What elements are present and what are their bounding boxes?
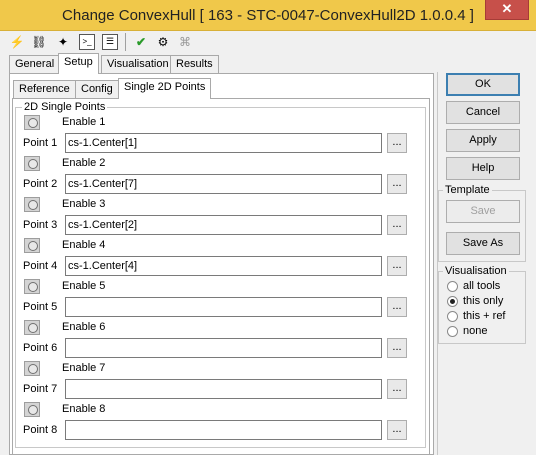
enable-4-label: Enable 4 (62, 239, 106, 251)
enable-row: Enable 8 (24, 402, 324, 418)
tab-visualisation[interactable]: Visualisation (101, 55, 175, 74)
point-row: Point 1 cs-1.Center[1] ... (23, 133, 413, 153)
enable-7-label: Enable 7 (62, 362, 106, 374)
point-4-input[interactable]: cs-1.Center[4] (65, 256, 382, 276)
radio-this-only-label: this only (463, 295, 504, 307)
title-bar: Change ConvexHull [ 163 - STC-0047-Conve… (0, 0, 536, 31)
settings-icon[interactable]: ⚙ (155, 34, 171, 50)
point-8-browse-button[interactable]: ... (387, 420, 407, 440)
point-5-label: Point 5 (23, 301, 58, 313)
enable-5-toggle[interactable] (24, 279, 40, 294)
point-7-input[interactable] (65, 379, 382, 399)
network-icon[interactable]: ⌘ (177, 34, 193, 50)
enable-row: Enable 6 (24, 320, 324, 336)
point-3-label: Point 3 (23, 219, 58, 231)
puzzle-icon[interactable]: ✦ (55, 34, 71, 50)
enable-row: Enable 2 (24, 156, 324, 172)
enable-row: Enable 5 (24, 279, 324, 295)
point-row: Point 8 ... (23, 420, 413, 440)
radio-none-label: none (463, 325, 488, 337)
enable-2-toggle[interactable] (24, 156, 40, 171)
radio-none-control[interactable] (447, 326, 458, 337)
close-button[interactable]: ✕ (485, 0, 529, 20)
window-title: Change ConvexHull [ 163 - STC-0047-Conve… (62, 7, 474, 24)
apply-button[interactable]: Apply (446, 129, 520, 152)
point-4-browse-button[interactable]: ... (387, 256, 407, 276)
enable-2-label: Enable 2 (62, 157, 106, 169)
radio-this-only-control[interactable] (447, 296, 458, 307)
save-button[interactable]: Save (446, 200, 520, 223)
radio-this-ref-label: this + ref (463, 310, 506, 322)
radio-all-tools-control[interactable] (447, 281, 458, 292)
terminal-icon[interactable]: >_ (79, 34, 95, 50)
toolbar-separator (125, 33, 126, 51)
point-row: Point 4 cs-1.Center[4] ... (23, 256, 413, 276)
point-2-browse-button[interactable]: ... (387, 174, 407, 194)
help-button[interactable]: Help (446, 157, 520, 180)
tab-single-2d-points[interactable]: Single 2D Points (118, 78, 212, 99)
enable-row: Enable 4 (24, 238, 324, 254)
enable-1-label: Enable 1 (62, 116, 106, 128)
point-row: Point 7 ... (23, 379, 413, 399)
point-row: Point 2 cs-1.Center[7] ... (23, 174, 413, 194)
enable-6-toggle[interactable] (24, 320, 40, 335)
enable-3-label: Enable 3 (62, 198, 106, 210)
point-row: Point 5 ... (23, 297, 413, 317)
checkmark-icon[interactable]: ✔ (133, 34, 149, 50)
toolbar: ⚡ ⛓ ✦ >_ ☰ ✔ ⚙ ⌘ (9, 33, 229, 51)
point-3-browse-button[interactable]: ... (387, 215, 407, 235)
enable-row: Enable 3 (24, 197, 324, 213)
tab-results[interactable]: Results (170, 55, 219, 74)
enable-8-label: Enable 8 (62, 403, 106, 415)
radio-all-tools-label: all tools (463, 280, 501, 292)
point-6-input[interactable] (65, 338, 382, 358)
enable-row: Enable 7 (24, 361, 324, 377)
tab-setup[interactable]: Setup (58, 53, 99, 74)
enable-6-label: Enable 6 (62, 321, 106, 333)
visualisation-legend: Visualisation (443, 265, 509, 277)
enable-1-toggle[interactable] (24, 115, 40, 130)
enable-3-toggle[interactable] (24, 197, 40, 212)
point-6-label: Point 6 (23, 342, 58, 354)
point-row: Point 6 ... (23, 338, 413, 358)
tab-reference[interactable]: Reference (13, 80, 76, 99)
lightning-icon[interactable]: ⚡ (9, 34, 25, 50)
enable-8-toggle[interactable] (24, 402, 40, 417)
point-7-browse-button[interactable]: ... (387, 379, 407, 399)
point-2-label: Point 2 (23, 178, 58, 190)
point-8-input[interactable] (65, 420, 382, 440)
tab-config[interactable]: Config (75, 80, 119, 99)
group-legend: 2D Single Points (22, 101, 108, 113)
cancel-button[interactable]: Cancel (446, 101, 520, 124)
ok-button[interactable]: OK (446, 73, 520, 96)
save-as-button[interactable]: Save As (446, 232, 520, 255)
point-1-label: Point 1 (23, 137, 58, 149)
point-row: Point 3 cs-1.Center[2] ... (23, 215, 413, 235)
point-6-browse-button[interactable]: ... (387, 338, 407, 358)
radio-this-ref-control[interactable] (447, 311, 458, 322)
link-icon[interactable]: ⛓ (31, 34, 47, 50)
enable-5-label: Enable 5 (62, 280, 106, 292)
point-5-input[interactable] (65, 297, 382, 317)
point-2-input[interactable]: cs-1.Center[7] (65, 174, 382, 194)
list-icon[interactable]: ☰ (102, 34, 118, 50)
point-1-browse-button[interactable]: ... (387, 133, 407, 153)
point-1-input[interactable]: cs-1.Center[1] (65, 133, 382, 153)
enable-7-toggle[interactable] (24, 361, 40, 376)
point-3-input[interactable]: cs-1.Center[2] (65, 215, 382, 235)
point-4-label: Point 4 (23, 260, 58, 272)
point-5-browse-button[interactable]: ... (387, 297, 407, 317)
tab-general[interactable]: General (9, 55, 61, 74)
template-legend: Template (443, 184, 492, 196)
enable-row: Enable 1 (24, 115, 324, 131)
enable-4-toggle[interactable] (24, 238, 40, 253)
point-7-label: Point 7 (23, 383, 58, 395)
point-8-label: Point 8 (23, 424, 58, 436)
